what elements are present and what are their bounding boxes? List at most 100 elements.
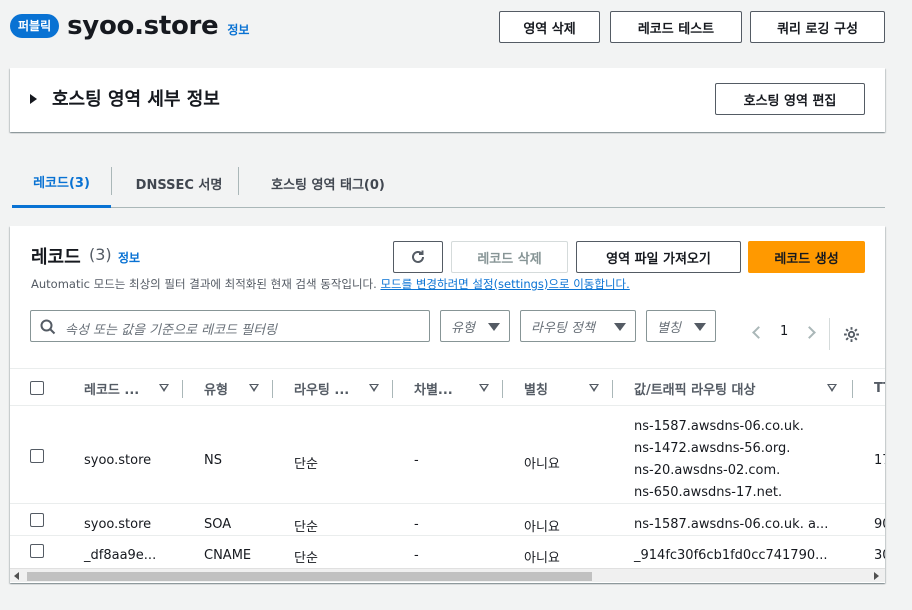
previous-page-icon[interactable]: [752, 326, 765, 339]
table-row[interactable]: syoo.store NS 단순 - 아니요 ns-1587.awsdns-06…: [10, 407, 885, 504]
tab-divider: [238, 167, 239, 195]
records-title: 레코드: [31, 247, 81, 268]
record-value: ns-1587.awsdns-06.co.uk. a...: [634, 517, 829, 532]
column-divider: [852, 380, 853, 398]
tab-dnssec[interactable]: DNSSEC 서명: [120, 158, 238, 208]
record-routing: 단순: [294, 520, 318, 535]
sort-icon[interactable]: [159, 384, 169, 392]
column-header-routing-policy[interactable]: 라우팅 ...: [294, 369, 349, 407]
record-value: ns-650.awsdns-17.net.: [634, 485, 783, 500]
configure-query-logging-button[interactable]: 쿼리 로깅 구성: [750, 11, 885, 43]
tab-divider: [111, 167, 112, 195]
tab-records[interactable]: 레코드(3): [12, 158, 111, 208]
column-divider: [612, 380, 613, 398]
sort-icon[interactable]: [249, 384, 259, 392]
column-divider: [392, 380, 393, 398]
details-title[interactable]: 호스팅 영역 세부 정보: [52, 85, 220, 111]
record-ttl: 30: [874, 548, 885, 563]
record-routing: 단순: [294, 551, 318, 566]
records-info-link[interactable]: 정보: [118, 249, 140, 266]
record-alias: 아니요: [524, 520, 560, 535]
record-differentiator: -: [414, 517, 419, 532]
delete-record-button[interactable]: 레코드 삭제: [451, 241, 568, 273]
search-placeholder: 속성 또는 값을 기준으로 레코드 필터링: [65, 323, 278, 338]
column-divider: [502, 380, 503, 398]
next-page-icon[interactable]: [803, 326, 816, 339]
page-title: syoo.store: [67, 11, 219, 41]
sort-icon[interactable]: [369, 384, 379, 392]
record-differentiator: -: [414, 453, 419, 468]
search-icon: [40, 319, 56, 335]
routing-filter-label: 라우팅 정책: [531, 320, 595, 336]
row-checkbox[interactable]: [30, 544, 44, 558]
settings-link[interactable]: 모드를 변경하려면 설정(settings)으로 이동합니다.: [380, 277, 629, 291]
routing-policy-filter-select[interactable]: 라우팅 정책: [520, 310, 636, 342]
alias-filter-label: 별칭: [657, 320, 681, 336]
search-mode-description: Automatic 모드는 최상의 필터 결과에 최적화된 현재 검색 동작입니…: [31, 276, 630, 292]
dropdown-icon: [614, 323, 626, 331]
table-row[interactable]: _df8aa9e... CNAME 단순 - 아니요 _914fc30f6cb1…: [10, 537, 885, 568]
record-ttl: 17: [874, 453, 885, 468]
sort-icon[interactable]: [479, 384, 489, 392]
record-ttl: 90: [874, 517, 885, 532]
tab-hosted-zone-tags[interactable]: 호스팅 영역 태그(0): [248, 158, 408, 208]
records-count: (3): [89, 245, 112, 264]
record-name: syoo.store: [84, 517, 152, 532]
settings-gear-icon[interactable]: [843, 326, 860, 343]
record-alias: 아니요: [524, 457, 560, 472]
scrollbar-thumb[interactable]: [27, 572, 592, 581]
info-link[interactable]: 정보: [227, 21, 249, 38]
row-checkbox[interactable]: [30, 513, 44, 527]
page-header: 퍼블릭 syoo.store 정보: [10, 10, 249, 42]
sort-icon[interactable]: [827, 384, 837, 392]
dropdown-icon: [488, 323, 500, 331]
test-record-button[interactable]: 레코드 테스트: [610, 11, 742, 43]
type-filter-select[interactable]: 유형: [440, 310, 510, 342]
record-type: SOA: [204, 517, 232, 532]
refresh-button[interactable]: [393, 241, 443, 273]
record-type: NS: [204, 453, 222, 468]
scroll-right-icon[interactable]: [874, 572, 879, 580]
tab-bar: 레코드(3) DNSSEC 서명 호스팅 영역 태그(0): [12, 158, 885, 208]
delete-zone-button[interactable]: 영역 삭제: [499, 11, 600, 43]
hosted-zone-details-panel: 호스팅 영역 세부 정보 호스팅 영역 편집: [10, 68, 885, 132]
expand-caret-icon[interactable]: [30, 94, 37, 104]
row-checkbox[interactable]: [30, 449, 44, 463]
record-value: ns-1587.awsdns-06.co.uk.: [634, 419, 804, 434]
column-divider: [182, 380, 183, 398]
column-divider: [272, 380, 273, 398]
record-type: CNAME: [204, 548, 252, 563]
edit-hosted-zone-button[interactable]: 호스팅 영역 편집: [715, 83, 865, 115]
dropdown-icon: [694, 323, 706, 331]
record-value: ns-20.awsdns-02.com.: [634, 463, 781, 478]
pager-divider: [829, 318, 830, 350]
record-alias: 아니요: [524, 551, 560, 566]
record-routing: 단순: [294, 457, 318, 472]
public-badge: 퍼블릭: [10, 14, 60, 38]
record-value: _914fc30f6cb1fd0cc741790...: [634, 548, 828, 563]
alias-filter-select[interactable]: 별칭: [646, 310, 716, 342]
sort-icon[interactable]: [589, 384, 599, 392]
record-name: _df8aa9e...: [84, 548, 157, 563]
column-header-alias[interactable]: 별칭: [524, 369, 548, 407]
table-row[interactable]: syoo.store SOA 단순 - 아니요 ns-1587.awsdns-0…: [10, 505, 885, 536]
record-differentiator: -: [414, 548, 419, 563]
import-zone-file-button[interactable]: 영역 파일 가져오기: [576, 241, 741, 273]
record-filter-input[interactable]: 속성 또는 값을 기준으로 레코드 필터링: [30, 310, 430, 342]
record-value: ns-1472.awsdns-56.org.: [634, 441, 791, 456]
refresh-icon: [412, 250, 424, 263]
description-text: Automatic 모드는 최상의 필터 결과에 최적화된 현재 검색 동작입니…: [31, 277, 377, 291]
table-header: 레코드 ... 유형 라우팅 ... 차별... 별칭 값/트래픽 라우팅 대상…: [10, 368, 885, 406]
create-record-button[interactable]: 레코드 생성: [748, 241, 865, 273]
horizontal-scrollbar[interactable]: [10, 568, 885, 582]
column-header-value[interactable]: 값/트래픽 라우팅 대상: [634, 369, 755, 407]
page-number[interactable]: 1: [780, 324, 788, 339]
scroll-left-icon[interactable]: [14, 572, 19, 580]
column-header-ttl[interactable]: TT: [874, 369, 885, 407]
column-header-record-name[interactable]: 레코드 ...: [84, 369, 139, 407]
records-panel: 레코드 (3) 정보 레코드 삭제 영역 파일 가져오기 레코드 생성 Auto…: [10, 226, 885, 583]
record-name: syoo.store: [84, 453, 152, 468]
column-header-differentiator[interactable]: 차별...: [414, 369, 453, 407]
select-all-checkbox[interactable]: [30, 381, 44, 395]
column-header-type[interactable]: 유형: [204, 369, 228, 407]
